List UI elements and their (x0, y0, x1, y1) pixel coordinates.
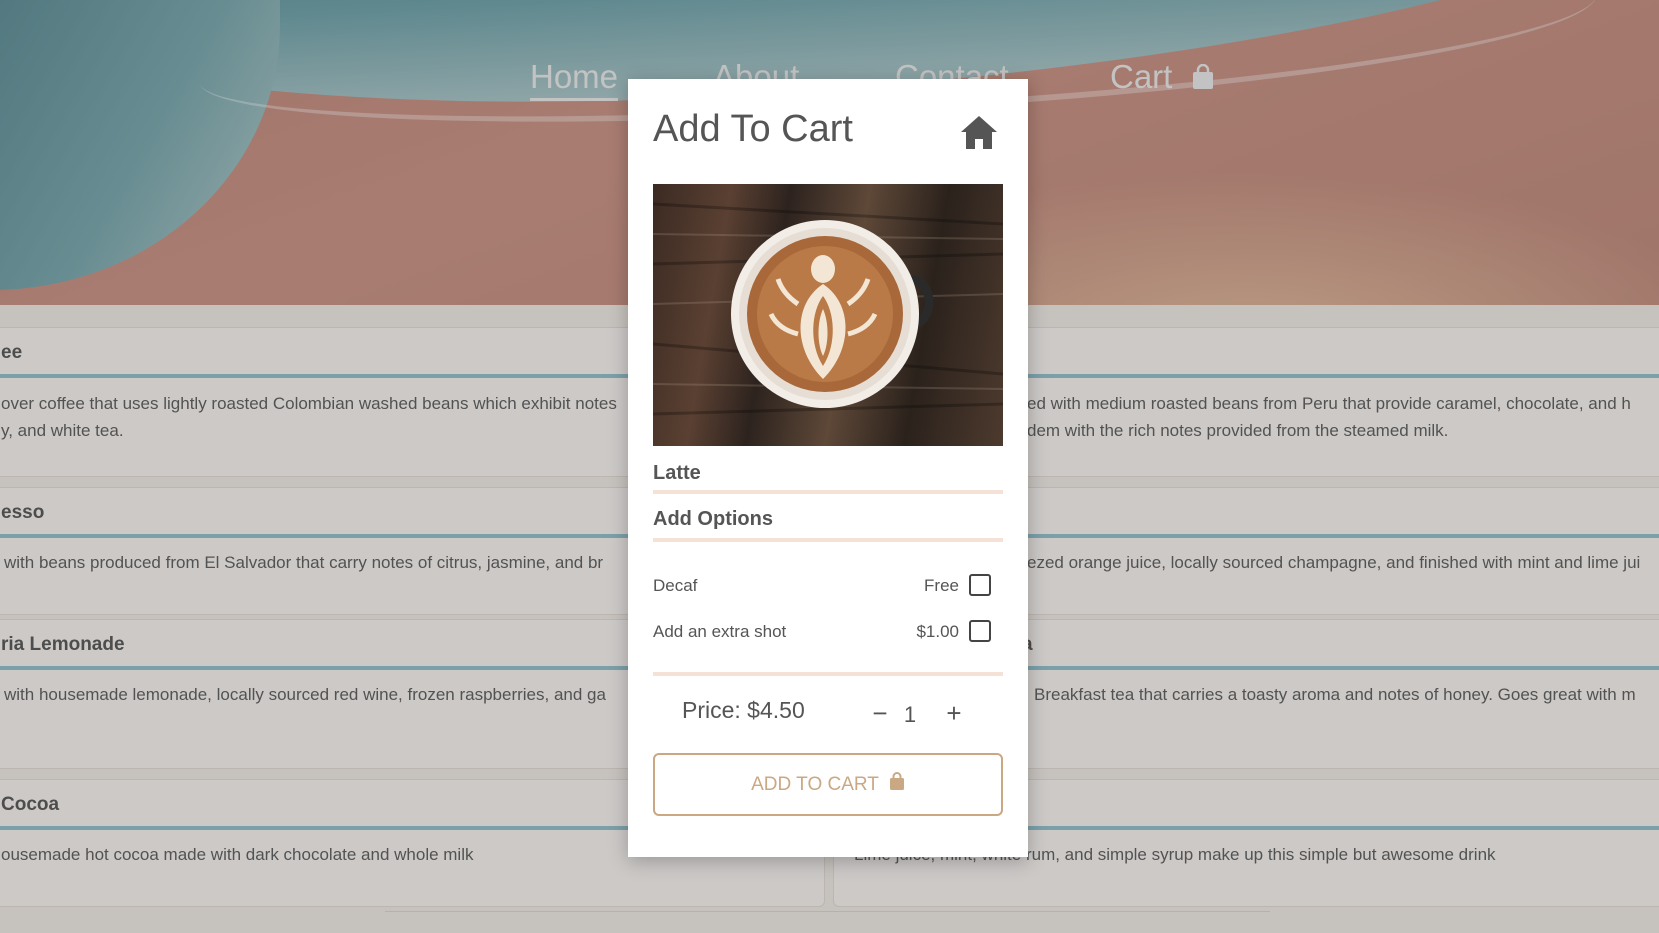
extra-shot-checkbox[interactable] (969, 620, 991, 642)
options-divider (653, 672, 1003, 676)
quantity-value: 1 (903, 702, 917, 727)
decaf-checkbox[interactable] (969, 574, 991, 596)
option-row-decaf: Decaf Free (653, 572, 1003, 602)
option-label: Add an extra shot (653, 622, 787, 641)
product-name: Latte (653, 460, 1003, 494)
add-to-cart-modal: Add To Cart Latte Add Options Decaf Free… (628, 79, 1028, 857)
modal-title: Add To Cart (653, 108, 853, 150)
option-row-extra-shot: Add an extra shot $1.00 (653, 618, 1003, 648)
add-to-cart-label: ADD TO CART (751, 773, 879, 795)
shopping-bag-icon (889, 772, 905, 797)
option-label: Decaf (653, 576, 698, 595)
home-icon (959, 116, 999, 156)
quantity-decrease-button[interactable]: − (867, 700, 893, 726)
option-price: Free (924, 576, 959, 595)
options-heading: Add Options (653, 506, 1003, 542)
price-label: Price: $4.50 (682, 697, 805, 723)
minus-icon: − (872, 698, 888, 728)
plus-icon: + (946, 698, 962, 728)
add-to-cart-button[interactable]: ADD TO CART (653, 753, 1003, 816)
product-image (653, 184, 1003, 446)
option-price: $1.00 (916, 622, 959, 641)
home-button[interactable] (959, 112, 999, 152)
quantity-increase-button[interactable]: + (941, 700, 967, 726)
